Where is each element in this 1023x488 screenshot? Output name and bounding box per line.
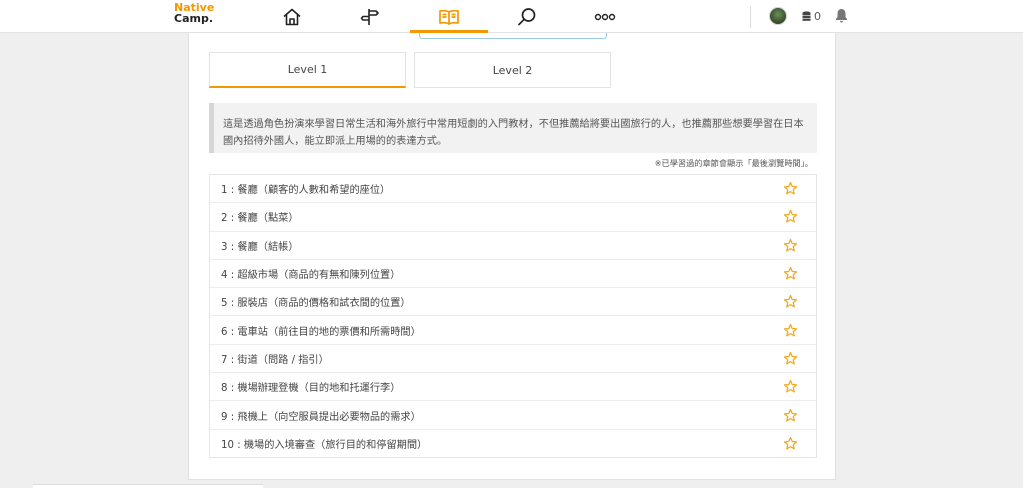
chapter-title: 2 : 餐廳（點菜） xyxy=(221,213,299,225)
chapter-title: 10 : 機場的入境審查（旅行目的和停留期間） xyxy=(221,440,428,452)
chapter-row[interactable]: 1 : 餐廳（顧客的人數和希望的座位） xyxy=(210,175,816,204)
star-icon[interactable] xyxy=(783,379,798,394)
chapter-row[interactable]: 6 : 電車站（前往目的地的票價和所需時間） xyxy=(210,316,816,345)
tab-level-2[interactable]: Level 2 xyxy=(414,52,611,88)
coin-stack-icon xyxy=(802,10,811,21)
star-icon[interactable] xyxy=(783,351,798,366)
textbook-card: Level 1 Level 2 這是透過角色扮演來學習日常生活和海外旅行中常用短… xyxy=(188,33,836,480)
search-icon xyxy=(518,7,536,25)
nav-textbook[interactable] xyxy=(410,0,488,33)
star-icon[interactable] xyxy=(783,238,798,253)
nav-divider xyxy=(750,6,751,28)
chapter-row[interactable]: 4 : 超級市場（商品的有無和陳列位置） xyxy=(210,260,816,289)
nav-home[interactable] xyxy=(253,0,331,33)
history-note: ※已學習過的章節會顯示「最後瀏覽時間」。 xyxy=(654,158,813,168)
chapter-title: 7 : 街道（問路 / 指引） xyxy=(221,354,329,366)
star-icon[interactable] xyxy=(783,408,798,423)
chapter-title: 6 : 電車站（前往目的地的票價和所需時間） xyxy=(221,326,421,338)
chapter-row[interactable]: 10 : 機場的入境審查（旅行目的和停留期間） xyxy=(210,430,816,458)
star-icon[interactable] xyxy=(783,181,798,196)
chapter-title: 4 : 超級市場（商品的有無和陳列位置） xyxy=(221,270,401,282)
star-icon[interactable] xyxy=(783,209,798,224)
book-icon xyxy=(439,9,459,25)
signpost-icon xyxy=(360,8,379,25)
chapter-row[interactable]: 9 : 飛機上（向空服員提出必要物品的需求） xyxy=(210,401,816,430)
chapter-title: 3 : 餐廳（結帳） xyxy=(221,241,299,253)
chapter-row[interactable]: 2 : 餐廳（點菜） xyxy=(210,203,816,232)
more-icon xyxy=(594,13,616,20)
chapter-title: 5 : 服裝店（商品的價格和試衣間的位置） xyxy=(221,298,411,310)
user-avatar[interactable] xyxy=(769,7,787,25)
nativecamp-logo[interactable]: Native Camp. xyxy=(174,2,224,24)
chapter-row[interactable]: 7 : 街道（問路 / 指引） xyxy=(210,345,816,374)
course-description: 這是透過角色扮演來學習日常生活和海外旅行中常用短劇的入門教材，不但推薦給將要出國… xyxy=(209,103,817,153)
chapter-list: 1 : 餐廳（顧客的人數和希望的座位） 2 : 餐廳（點菜） 3 : 餐廳（結帳… xyxy=(209,174,817,458)
nav-signpost[interactable] xyxy=(331,0,409,33)
star-icon[interactable] xyxy=(783,266,798,281)
nav-more[interactable] xyxy=(566,0,644,33)
chapter-row[interactable]: 3 : 餐廳（結帳） xyxy=(210,232,816,260)
top-navigation-bar: Native Camp. 0 xyxy=(0,0,1023,33)
home-icon xyxy=(283,8,301,25)
chapter-row[interactable]: 8 : 機場辦理登機（目的地和托運行李） xyxy=(210,373,816,402)
star-icon[interactable] xyxy=(783,323,798,338)
bell-icon xyxy=(836,9,847,23)
tab-level-1[interactable]: Level 1 xyxy=(209,52,406,88)
coin-count: 0 xyxy=(814,9,821,23)
chapter-title: 8 : 機場辦理登機（目的地和托運行李） xyxy=(221,383,401,395)
nav-search[interactable] xyxy=(488,0,566,33)
logo-line2: Camp. xyxy=(174,12,214,25)
notification-bell[interactable] xyxy=(835,8,848,27)
coin-balance[interactable]: 0 xyxy=(802,8,821,24)
search-box-edge[interactable] xyxy=(419,33,607,39)
star-icon[interactable] xyxy=(783,436,798,451)
chapter-title: 9 : 飛機上（向空服員提出必要物品的需求） xyxy=(221,411,421,423)
chapter-title: 1 : 餐廳（顧客的人數和希望的座位） xyxy=(221,185,391,197)
bottom-panel-edge xyxy=(33,484,263,488)
star-icon[interactable] xyxy=(783,294,798,309)
chapter-row[interactable]: 5 : 服裝店（商品的價格和試衣間的位置） xyxy=(210,288,816,317)
